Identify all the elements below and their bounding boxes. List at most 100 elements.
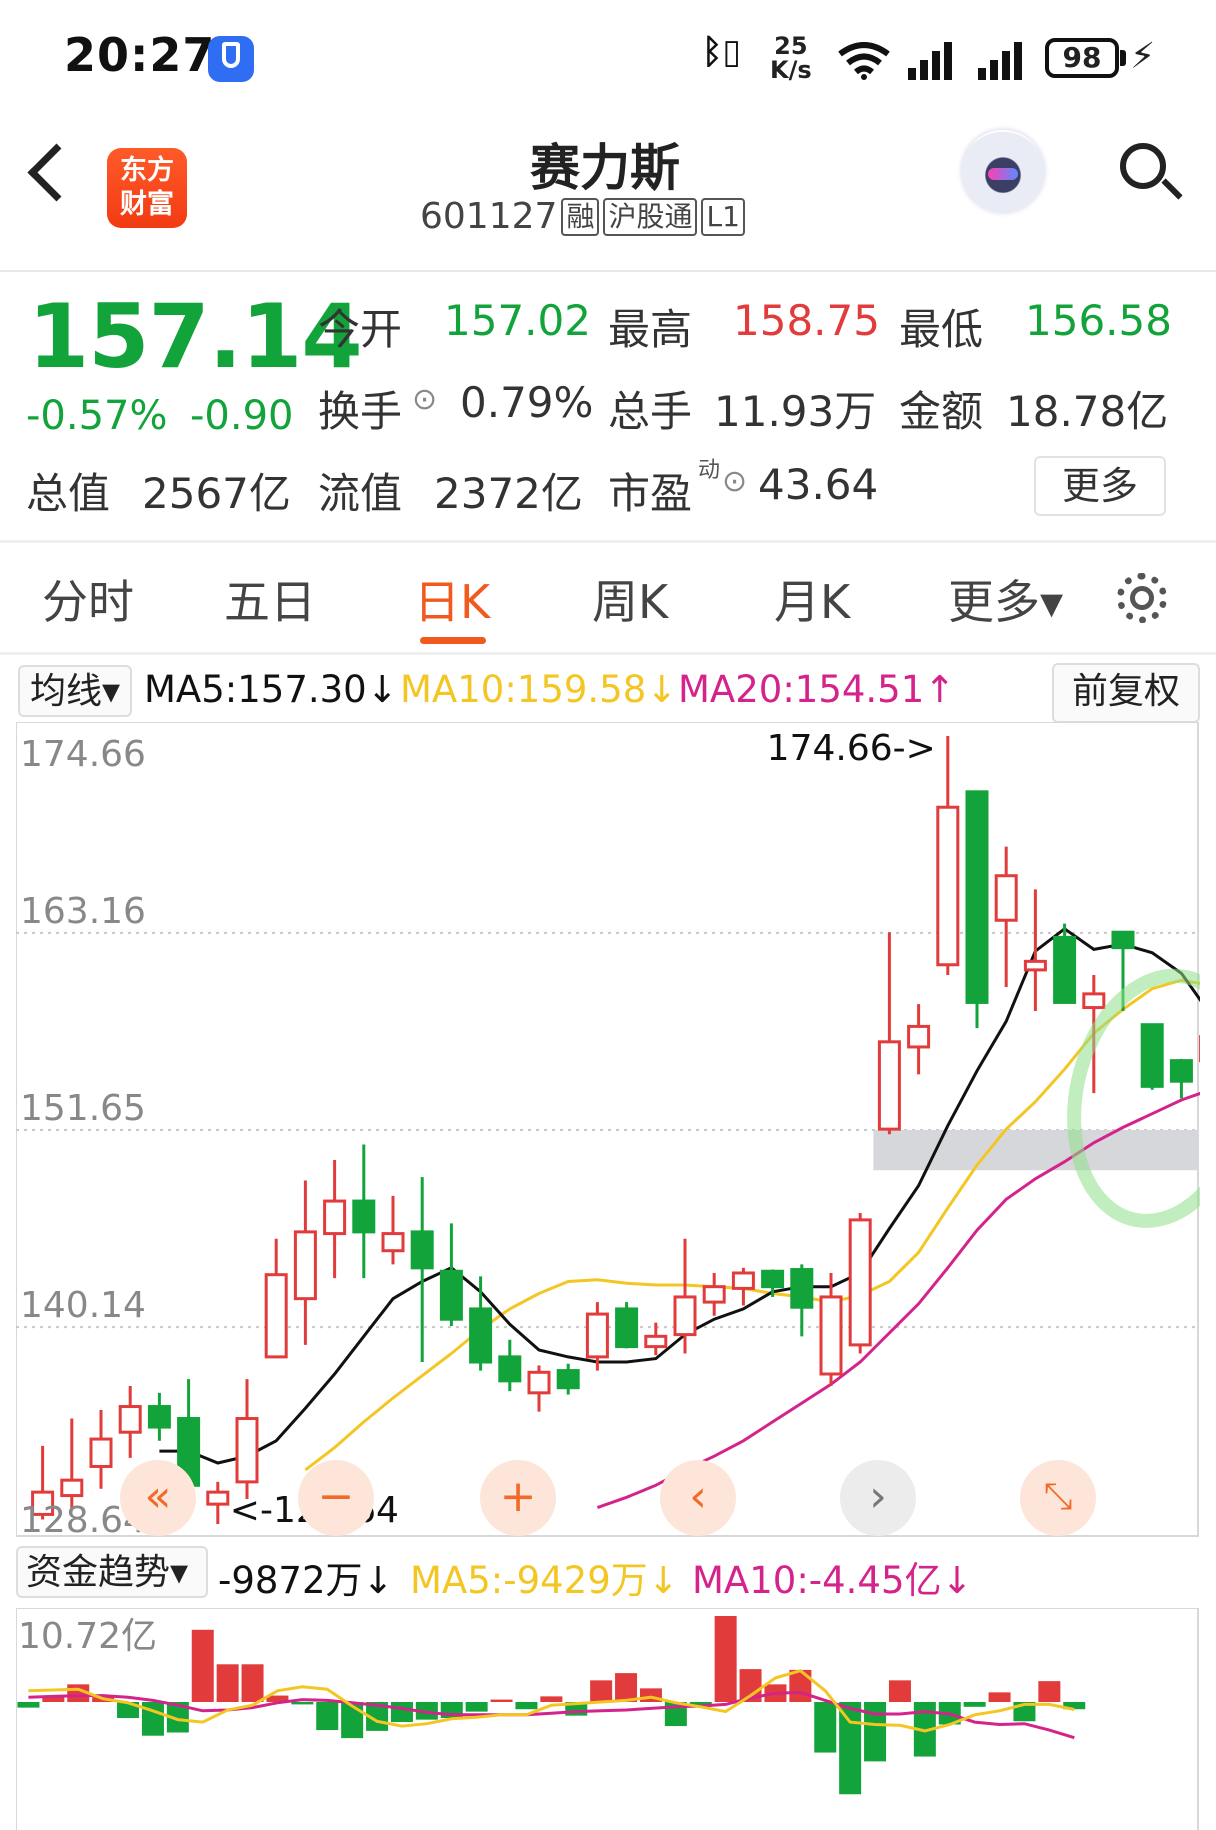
candle-body [293,1230,317,1301]
stock-code-row: 601127 融 沪股通 L1 [420,196,800,237]
float-cap-value: 2372亿 [434,469,583,518]
flow-bar [191,1629,214,1702]
tab-weekly-k[interactable]: 周K [592,566,668,632]
header-divider [0,270,1216,272]
candle-body [89,1437,113,1468]
kline-chart[interactable]: 174.66163.16151.65140.14128.64 174.66-><… [16,722,1200,1538]
candle-body [994,874,1018,922]
candle-body [731,1271,755,1290]
ma10-readout: MA10:159.58↓ [400,668,678,711]
open-value: 157.02 [444,296,591,345]
flow-bar [490,1699,513,1702]
battery-indicator: 98 [1045,38,1119,78]
adjust-mode-button[interactable]: 前复权 [1052,663,1200,723]
flow-ma5: MA5:-9429万↓ [410,1559,679,1602]
low-value: 156.58 [1025,296,1172,345]
ma5-readout: MA5:157.30↓ [144,668,398,711]
pe-info-icon[interactable]: ⊙ [722,464,747,499]
scroll-left-fast-button[interactable]: « [120,1460,196,1536]
volume-label: 总手 [608,387,693,436]
turnover-info-icon[interactable]: ⊙ [412,382,437,417]
flow-bar [615,1673,638,1702]
candle-body [469,1307,493,1364]
flow-bar [814,1702,837,1753]
stock-name: 赛力斯 [530,139,680,197]
kline-y-tick: 140.14 [20,1285,146,1326]
flow-bar [216,1664,239,1702]
flow-bar [316,1702,339,1731]
flow-value: -9872万↓ [218,1559,394,1602]
candle-body [1169,1059,1193,1083]
network-speed: 25 K/s [770,32,812,84]
flow-bar [1038,1681,1061,1702]
kline-y-tick: 151.65 [20,1088,146,1129]
support-band [873,1130,1198,1171]
candle-body [1023,959,1047,972]
flow-bar [789,1669,812,1702]
stock-code: 601127 [420,196,558,237]
flow-bar [291,1702,314,1705]
quote-divider [0,540,1216,543]
market-cap-label: 总值 [26,469,111,518]
signal-1-icon [906,40,960,84]
flow-bar [888,1680,911,1702]
tab-monthly-k[interactable]: 月K [774,566,850,632]
shield-glyph-icon [222,42,240,68]
tag-hk-connect: 沪股通 [603,197,698,236]
flow-bar [17,1702,40,1708]
flow-bar [988,1692,1011,1702]
search-icon-handle [1161,178,1183,200]
candle-body [1053,935,1077,1004]
back-arrow-icon[interactable] [27,143,86,202]
zoom-out-button[interactable]: − [298,1460,374,1536]
candle-body [848,1218,872,1347]
flow-bar [540,1696,563,1702]
flow-bar [963,1702,986,1707]
flow-bar [839,1702,862,1795]
candle-body [877,1040,901,1131]
search-icon[interactable] [1120,143,1166,189]
candle-body [323,1199,347,1236]
fund-flow-chart[interactable]: 10.72亿 [16,1608,1200,1830]
more-quote-button[interactable]: 更多 [1034,456,1166,516]
change-percent: -0.57% [26,393,168,439]
candle-body [585,1312,609,1359]
pe-label: 市盈 [608,469,693,518]
ma-selector[interactable]: 均线▾ [18,665,132,717]
float-cap-label: 流值 [318,469,403,518]
bluetooth-icon: ᛒ▯ [702,32,742,72]
candle-body [965,790,989,1004]
high-label: 最高 [608,305,693,354]
change-amount: -0.90 [190,393,294,439]
wifi-icon [838,42,890,84]
signal-2-icon [976,40,1030,84]
ma20-readout: MA20:154.51↑ [678,668,956,711]
tab-more[interactable]: 更多▾ [948,566,1063,632]
pe-value: 43.64 [758,460,879,509]
tag-level: L1 [701,197,745,236]
candle-body [907,1024,931,1049]
volume-value: 11.93万 [714,387,877,436]
app-logo[interactable]: 东方财富 [107,148,187,228]
candle-body [264,1273,288,1359]
candle-body [498,1355,522,1383]
candle-body [644,1334,668,1349]
turnover-value: 0.79% [460,378,594,427]
tab-intraday[interactable]: 分时 [42,566,134,632]
scroll-left-button[interactable]: ‹ [660,1460,736,1536]
tab-five-day[interactable]: 五日 [224,566,316,632]
candle-body [527,1370,551,1395]
fullscreen-button[interactable]: ⤡ [1020,1460,1096,1536]
turnover-label: 换手 [318,387,403,436]
candle-body [819,1295,843,1376]
zoom-in-button[interactable]: + [480,1460,556,1536]
flow-y-tick: 10.72亿 [18,1616,157,1657]
candle-body [761,1269,785,1289]
flow-bar [241,1664,264,1702]
flow-ma10: MA10:-4.45亿↓ [692,1559,973,1602]
scroll-right-button[interactable]: › [840,1460,916,1536]
candle-body [147,1405,171,1429]
flow-indicator-selector[interactable]: 资金趋势▾ [16,1546,208,1598]
tab-daily-k[interactable]: 日K [414,566,490,632]
candle-body [118,1405,142,1434]
